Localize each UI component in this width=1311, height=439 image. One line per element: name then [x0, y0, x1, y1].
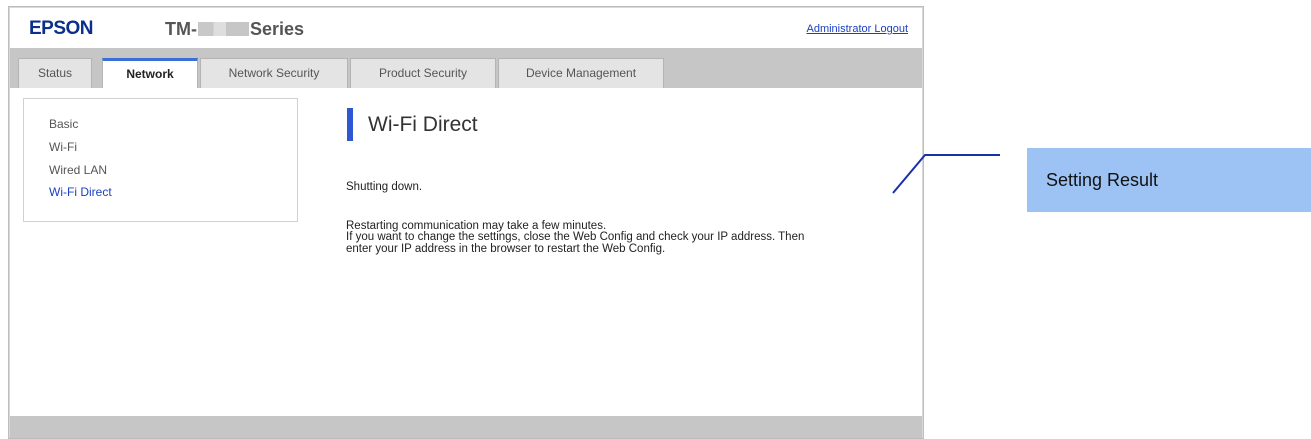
callout-leader-line [892, 154, 1000, 194]
callout-label: Setting Result [1046, 170, 1159, 190]
callout-box: Setting Result [1027, 148, 1311, 212]
